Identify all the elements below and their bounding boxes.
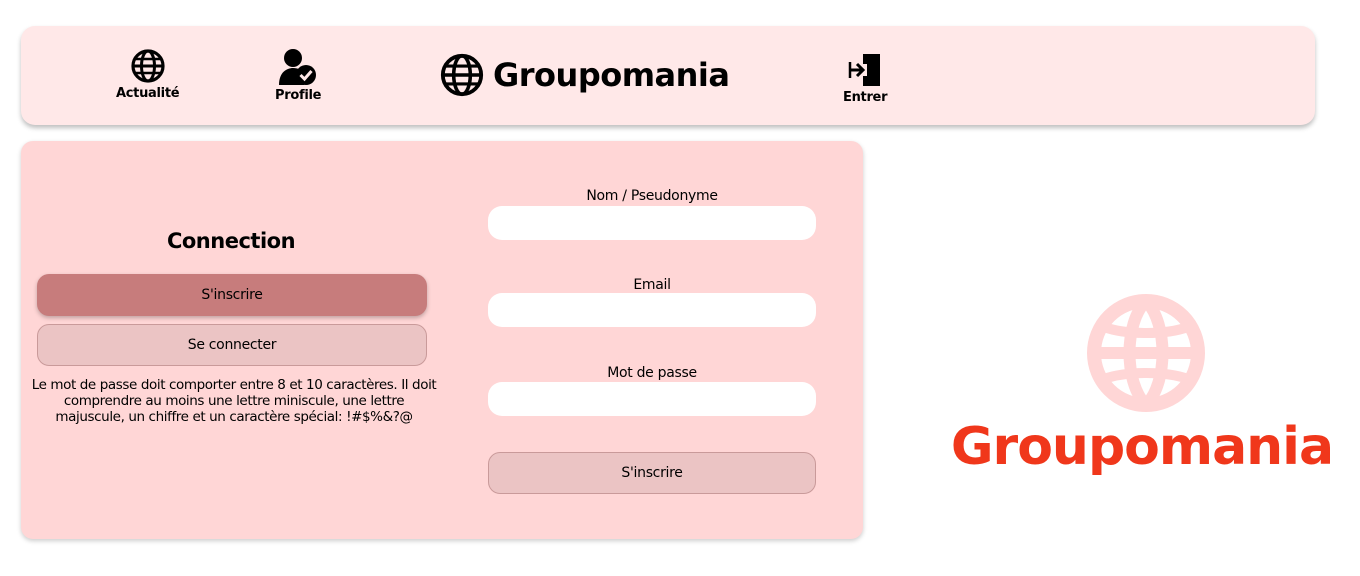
auth-panel: Connection S'inscrire Se connecter Le mo…	[21, 141, 863, 539]
name-input[interactable]	[488, 206, 816, 240]
groupomania-logo: Groupomania	[946, 293, 1338, 493]
logo-wordmark: Groupomania	[950, 417, 1334, 477]
nav-profile[interactable]: Profile	[275, 48, 321, 103]
password-requirements-note: Le mot de passe doit comporter entre 8 e…	[31, 377, 437, 425]
top-navbar: Actualité Profile Groupomania Entrer	[21, 26, 1315, 125]
login-tab-button[interactable]: Se connecter	[37, 324, 427, 366]
globe-icon	[1087, 294, 1205, 412]
email-input[interactable]	[488, 293, 816, 327]
signup-tab-button[interactable]: S'inscrire	[37, 274, 427, 316]
brand-logo[interactable]: Groupomania	[439, 52, 730, 98]
nav-entrer-label: Entrer	[843, 90, 888, 105]
user-check-icon	[279, 49, 317, 85]
email-label: Email	[633, 277, 671, 293]
password-input[interactable]	[488, 382, 816, 416]
nav-profile-label: Profile	[275, 88, 322, 103]
globe-icon	[131, 49, 165, 83]
password-label: Mot de passe	[607, 365, 697, 381]
nav-actualite-label: Actualité	[116, 86, 180, 101]
brand-name: Groupomania	[493, 56, 730, 94]
connection-title: Connection	[166, 229, 296, 253]
nav-actualite[interactable]: Actualité	[116, 48, 180, 101]
nav-entrer[interactable]: Entrer	[843, 52, 888, 105]
signup-submit-button[interactable]: S'inscrire	[488, 452, 816, 494]
sign-in-icon	[848, 54, 881, 86]
name-label: Nom / Pseudonyme	[586, 188, 718, 204]
globe-icon	[440, 53, 484, 97]
